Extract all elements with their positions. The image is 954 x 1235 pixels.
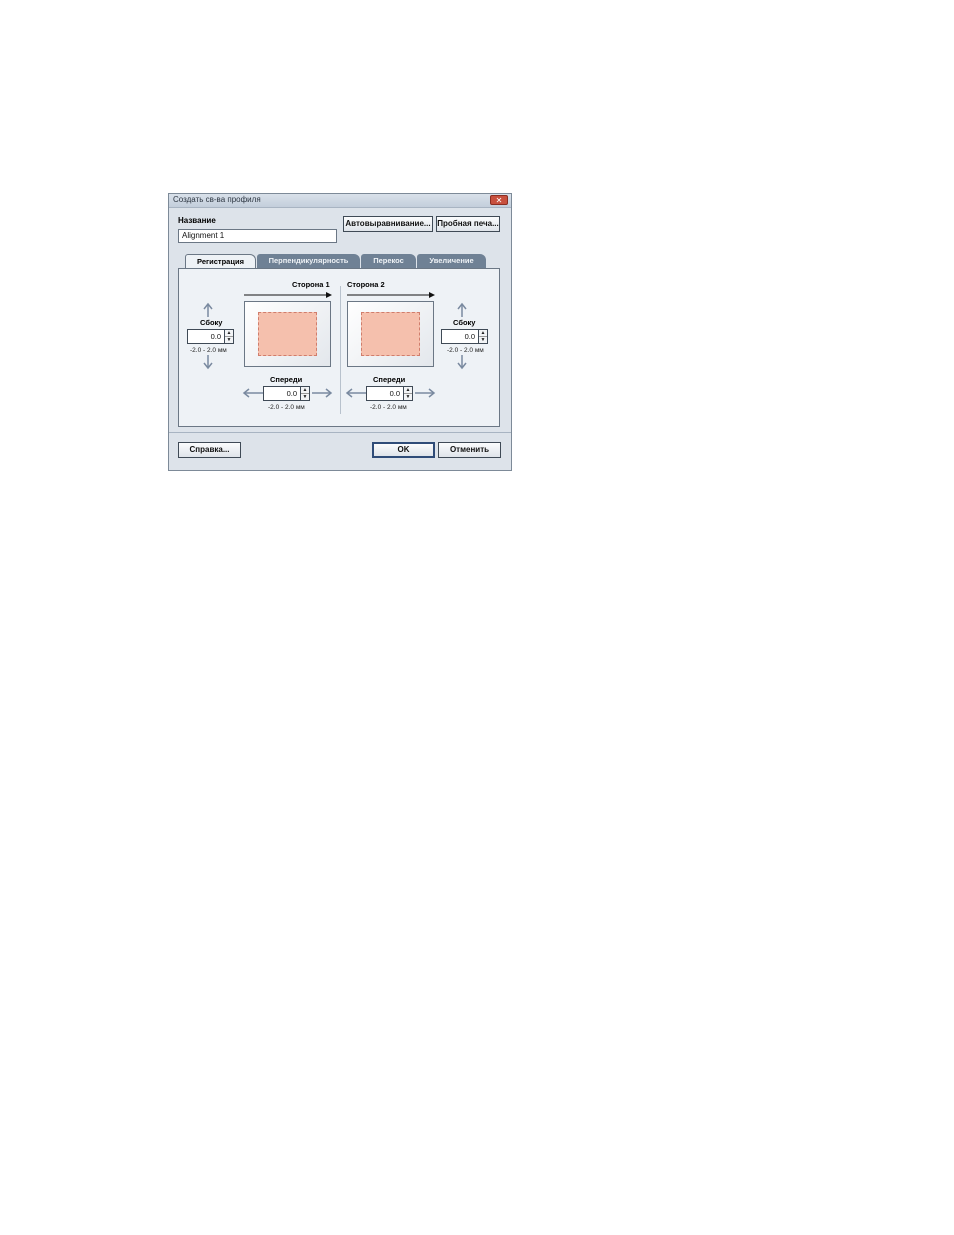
tab-skew[interactable]: Перекос [361,254,416,268]
spin-up-icon[interactable]: ▲ [404,387,412,394]
side2-lateral-range: -2.0 - 2.0 мм [447,347,484,354]
side1-lateral-value[interactable]: 0.0 [187,329,225,344]
tab-perpendicularity[interactable]: Перпендикулярность [257,254,360,268]
spin-down-icon[interactable]: ▼ [225,337,233,344]
lead-right-arrow-icon [312,388,333,398]
side2-lead-label: Спереди [373,375,406,384]
lateral-down-arrow-icon [457,355,467,370]
tab-magnification[interactable]: Увеличение [417,254,486,268]
side-divider [340,286,341,414]
close-button[interactable]: ✕ [490,195,508,205]
spin-down-icon[interactable]: ▼ [301,394,309,401]
side1-lead-range: -2.0 - 2.0 мм [268,404,305,411]
side2-lateral-value[interactable]: 0.0 [441,329,479,344]
lead-right-arrow-icon [415,388,436,398]
spin-up-icon[interactable]: ▲ [225,330,233,337]
close-icon: ✕ [495,196,503,205]
side2-lateral-label: Сбоку [453,318,476,327]
footer-separator [169,432,511,433]
tab-registration[interactable]: Регистрация [185,254,256,269]
side1-lateral-spin-arrows[interactable]: ▲ ▼ [225,329,234,344]
lead-left-arrow-icon [242,388,263,398]
auto-align-button[interactable]: Автовыравнивание... [343,216,433,232]
side1-lead-spin-arrows[interactable]: ▲ ▼ [301,386,310,401]
test-print-button[interactable]: Пробная печа... [436,216,500,232]
side1-sheet [244,301,331,367]
side1-lead-label: Спереди [270,375,303,384]
lateral-up-arrow-icon [457,302,467,317]
spin-down-icon[interactable]: ▼ [479,337,487,344]
cancel-button[interactable]: Отменить [438,442,501,458]
name-label: Название [178,216,216,225]
help-button[interactable]: Справка... [178,442,241,458]
side2-image-area [361,312,420,356]
lateral-down-arrow-icon [203,355,213,370]
side2-lateral-stepper[interactable]: 0.0 ▲ ▼ [441,329,489,344]
side1-image-area [258,312,317,356]
ok-button[interactable]: OK [372,442,435,458]
lateral-up-arrow-icon [203,302,213,317]
feed-direction-arrow-icon [347,292,435,298]
side2-lead-stepper[interactable]: 0.0 ▲ ▼ [366,386,414,401]
side2-title: Сторона 2 [347,280,385,289]
side2-lateral-spin-arrows[interactable]: ▲ ▼ [479,329,488,344]
side1-lateral-stepper[interactable]: 0.0 ▲ ▼ [187,329,235,344]
side1-lateral-range: -2.0 - 2.0 мм [190,347,227,354]
side2-lead-spin-arrows[interactable]: ▲ ▼ [404,386,413,401]
spin-down-icon[interactable]: ▼ [404,394,412,401]
spin-up-icon[interactable]: ▲ [479,330,487,337]
lead-left-arrow-icon [345,388,366,398]
spin-up-icon[interactable]: ▲ [301,387,309,394]
side1-lateral-label: Сбоку [200,318,223,327]
side1-lead-stepper[interactable]: 0.0 ▲ ▼ [263,386,311,401]
side2-lead-range: -2.0 - 2.0 мм [370,404,407,411]
name-input[interactable]: Alignment 1 [178,229,337,243]
dialog-title: Создать св-ва профиля [173,195,261,204]
title-bar: Создать св-ва профиля ✕ [169,194,511,208]
side1-lead-value[interactable]: 0.0 [263,386,301,401]
feed-direction-arrow-icon [244,292,332,298]
side2-lead-value[interactable]: 0.0 [366,386,404,401]
side2-sheet [347,301,434,367]
side1-title: Сторона 1 [292,280,330,289]
